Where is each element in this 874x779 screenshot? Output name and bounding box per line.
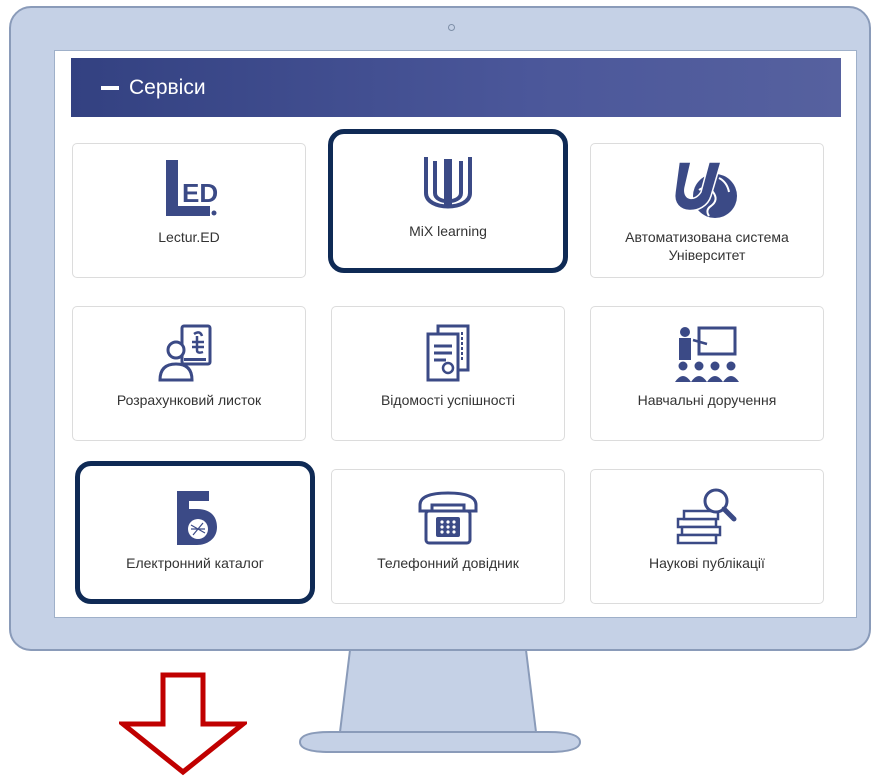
teaching-assignments-icon xyxy=(669,319,745,389)
monitor-frame: Сервіси ED Lectur.ED MiX learning Автома… xyxy=(9,6,871,651)
tile-label: Телефонний довідник xyxy=(377,555,519,571)
down-arrow-icon xyxy=(119,672,247,776)
tile-label: Наукові публікації xyxy=(649,555,765,571)
panel-title: Сервіси xyxy=(129,75,206,99)
monitor-screen: Сервіси ED Lectur.ED MiX learning Автома… xyxy=(54,50,857,618)
tile-label: Електронний каталог xyxy=(126,555,264,571)
tile-payslip[interactable]: Розрахунковий листок xyxy=(72,306,306,441)
electronic-catalog-logo-icon xyxy=(167,482,223,552)
tile-label: MiX learning xyxy=(409,223,487,239)
lectur-logo-text: ED xyxy=(182,178,218,208)
publications-icon xyxy=(672,482,742,552)
tile-university-system[interactable]: Автоматизована система Університет xyxy=(590,143,824,278)
tile-label: Автоматизована система Університет xyxy=(625,229,789,263)
mix-learning-logo-icon xyxy=(418,150,478,220)
university-globe-logo-icon xyxy=(665,156,749,226)
webcam-dot xyxy=(448,24,455,31)
collapse-minus-icon[interactable] xyxy=(101,85,119,90)
tile-teaching-assignments[interactable]: Навчальні доручення xyxy=(590,306,824,441)
lectur-ed-logo-icon: ED xyxy=(154,156,224,226)
tile-phone-directory[interactable]: Телефонний довідник xyxy=(331,469,565,604)
payslip-icon xyxy=(154,319,224,389)
tile-lectur-ed[interactable]: ED Lectur.ED xyxy=(72,143,306,278)
tile-label: Розрахунковий листок xyxy=(116,392,262,408)
tile-label: Lectur.ED xyxy=(158,229,220,245)
tile-electronic-catalog[interactable]: Електронний каталог xyxy=(75,461,315,604)
tile-scientific-publications[interactable]: Наукові публікації xyxy=(590,469,824,604)
grade-sheets-icon xyxy=(418,319,478,389)
tile-grade-sheets[interactable]: Відомості успішності xyxy=(331,306,565,441)
tile-label: Навчальні доручення xyxy=(637,392,777,408)
tile-mix-learning[interactable]: MiX learning xyxy=(328,129,568,273)
telephone-icon xyxy=(416,482,480,552)
services-panel-header[interactable]: Сервіси xyxy=(71,58,841,117)
tile-label: Відомості успішності xyxy=(380,392,516,408)
